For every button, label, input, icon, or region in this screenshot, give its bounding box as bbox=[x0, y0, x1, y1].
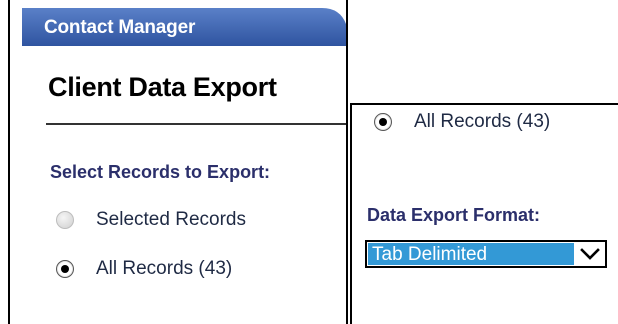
radio-label-all-records-zoom: All Records (43) bbox=[414, 111, 551, 132]
export-format-label: Data Export Format: bbox=[367, 205, 541, 225]
radio-all-records[interactable]: All Records (43) bbox=[56, 256, 232, 282]
export-format-panel: All Records (43) Data Export Format: Tab… bbox=[350, 103, 618, 324]
records-section-label: Select Records to Export: bbox=[50, 162, 271, 182]
radio-all-records-zoom[interactable]: All Records (43) bbox=[374, 109, 550, 135]
radio-label-all-records: All Records (43) bbox=[96, 258, 233, 279]
export-dialog: Contact Manager Client Data Export Selec… bbox=[8, 0, 348, 324]
app-title: Contact Manager bbox=[44, 17, 196, 38]
radio-unselected-icon[interactable] bbox=[56, 211, 74, 229]
radio-selected-records[interactable]: Selected Records bbox=[56, 207, 246, 233]
export-format-select[interactable]: Tab Delimited bbox=[365, 240, 607, 268]
page-title: Client Data Export bbox=[48, 72, 277, 102]
chevron-down-icon[interactable] bbox=[575, 242, 605, 266]
title-divider bbox=[46, 123, 346, 125]
radio-selected-icon[interactable] bbox=[374, 113, 392, 131]
radio-selected-icon[interactable] bbox=[56, 260, 74, 278]
radio-label-selected-records: Selected Records bbox=[96, 209, 246, 230]
export-format-value: Tab Delimited bbox=[368, 243, 574, 265]
